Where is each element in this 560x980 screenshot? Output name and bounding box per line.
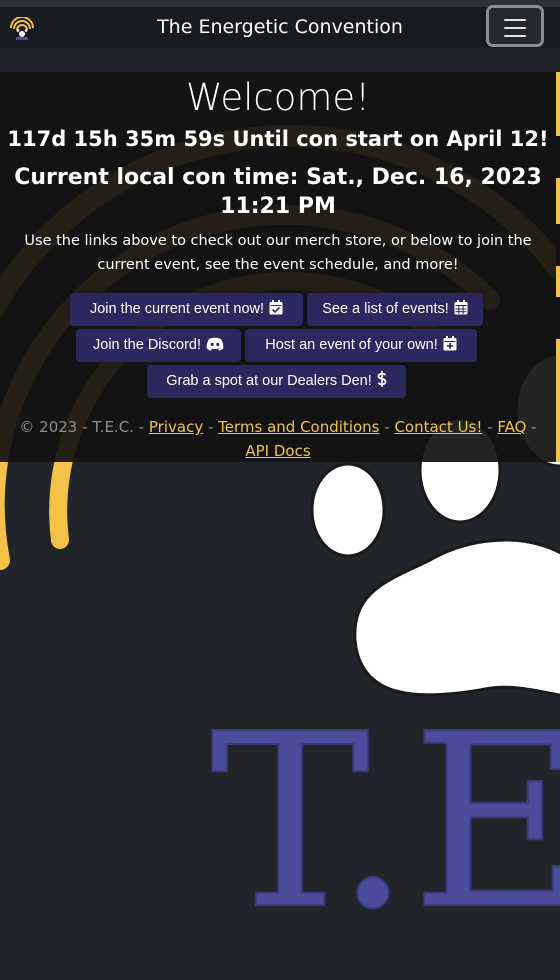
privacy-link[interactable]: Privacy <box>149 418 203 436</box>
dollar-icon <box>377 371 387 387</box>
hamburger-menu-icon <box>504 19 526 21</box>
footer-separator: - <box>379 418 395 436</box>
host-event-button[interactable]: Host an event of your own! <box>245 329 477 362</box>
hamburger-line <box>504 35 526 37</box>
footer-separator: - <box>482 418 498 436</box>
intro-text: Use the links above to check out our mer… <box>24 233 532 273</box>
faq-link[interactable]: FAQ <box>497 418 526 436</box>
footer: © 2023 - T.E.C. - Privacy - Terms and Co… <box>10 415 546 463</box>
join-current-event-label: Join the current event now! <box>89 301 265 317</box>
watermark-text: T.E <box>210 682 560 962</box>
see-events-label: See a list of events! <box>322 301 449 317</box>
calendar-grid-icon <box>454 300 468 315</box>
calendar-plus-icon <box>443 336 457 351</box>
footer-separator: - <box>526 418 537 436</box>
host-event-label: Host an event of your own! <box>265 337 438 353</box>
dealers-den-button[interactable]: Grab a spot at our Dealers Den! <box>147 365 406 398</box>
accent-gap <box>556 224 560 266</box>
join-current-event-button[interactable]: Join the current event now! <box>70 293 303 326</box>
dealers-den-label: Grab a spot at our Dealers Den! <box>166 373 372 389</box>
contact-link[interactable]: Contact Us! <box>394 418 482 436</box>
accent-bar <box>556 72 560 462</box>
calendar-check-icon <box>269 300 283 315</box>
join-discord-label: Join the Discord! <box>93 337 201 353</box>
footer-copyright: © 2023 - T.E.C. - <box>19 418 149 436</box>
terms-link[interactable]: Terms and Conditions <box>218 418 379 436</box>
local-con-time: Current local con time: Sat., Dec. 16, 2… <box>14 165 542 219</box>
brand-title[interactable]: The Energetic Convention <box>0 7 560 48</box>
api-docs-link[interactable]: API Docs <box>245 442 310 460</box>
accent-gap <box>556 136 560 178</box>
navbar-toggle-button[interactable] <box>486 5 544 47</box>
hamburger-line <box>504 27 526 29</box>
welcome-panel: Welcome! 117d 15h 35m 59s Until con star… <box>0 72 556 462</box>
top-strip <box>0 0 560 7</box>
page-title: Welcome! <box>185 76 371 119</box>
navbar: The Energetic Convention <box>0 5 560 48</box>
see-events-button[interactable]: See a list of events! <box>307 293 483 326</box>
join-discord-button[interactable]: Join the Discord! <box>76 329 241 362</box>
countdown-text: 117d 15h 35m 59s Until con start on Apri… <box>7 127 549 151</box>
footer-separator: - <box>203 418 219 436</box>
discord-icon <box>206 337 224 351</box>
accent-gap <box>556 297 560 339</box>
